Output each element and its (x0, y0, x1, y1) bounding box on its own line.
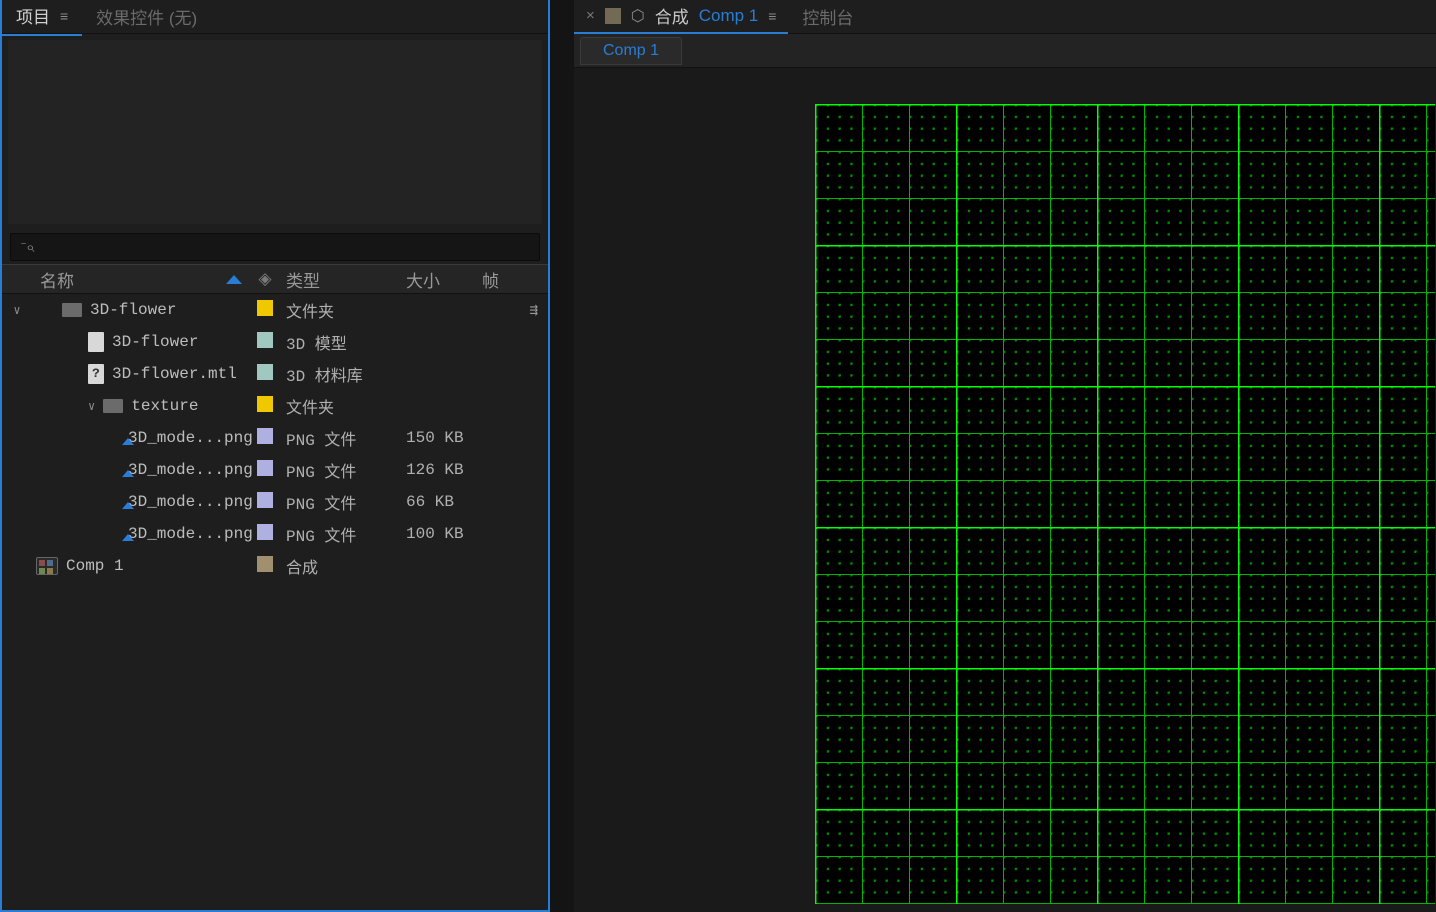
item-type: PNG 文件 (280, 458, 406, 482)
project-item[interactable]: Comp 1 合成 (2, 550, 548, 582)
panel-divider[interactable] (550, 0, 574, 912)
lock-icon[interactable]: ⬡ (631, 6, 645, 26)
composition-tabs: × ⬡ 合成 Comp 1 ≡ 控制台 (574, 0, 1436, 34)
sort-ascending-icon (226, 275, 242, 284)
item-name: 3D-flower.mtl (112, 365, 237, 383)
project-item[interactable]: ∨ 3D-flower 文件夹 ⇶ (2, 294, 548, 326)
item-type: 文件夹 (280, 298, 406, 322)
flowchart-icon[interactable]: ⇶ (530, 302, 548, 319)
tab-project[interactable]: 项目 ≡ (2, 0, 82, 36)
column-name[interactable]: 名称 (32, 267, 250, 292)
color-label[interactable] (257, 428, 273, 444)
comp-icon (36, 557, 58, 575)
project-table-header: 名称 ◈ 类型 大小 帧 (2, 264, 548, 294)
panel-menu-icon[interactable]: ≡ (768, 8, 776, 24)
column-size[interactable]: 大小 (406, 267, 482, 292)
comp-thumb-icon (605, 8, 621, 24)
item-type: 3D 模型 (280, 330, 406, 354)
color-label[interactable] (257, 332, 273, 348)
item-name: texture (131, 397, 198, 415)
active-comp-link[interactable]: Comp 1 (699, 6, 759, 26)
comp-mini-tab[interactable]: Comp 1 (580, 37, 682, 65)
composition-viewer[interactable] (574, 68, 1436, 912)
item-name-cell: 3D-flower (32, 332, 250, 352)
item-type: PNG 文件 (280, 426, 406, 450)
color-label[interactable] (257, 524, 273, 540)
folder-icon (62, 303, 82, 317)
project-item[interactable]: 3D-flower 3D 模型 (2, 326, 548, 358)
item-type: 合成 (280, 554, 406, 578)
composition-canvas (815, 104, 1435, 904)
item-name-cell: Comp 1 (32, 557, 250, 575)
composition-panel: × ⬡ 合成 Comp 1 ≡ 控制台 Comp 1 (574, 0, 1436, 912)
item-type: PNG 文件 (280, 522, 406, 546)
item-name-cell: ∨ texture (32, 397, 250, 415)
folder-icon (103, 399, 123, 413)
project-item[interactable]: 3D_mode...png PNG 文件126 KB (2, 454, 548, 486)
item-name: 3D_mode...png (128, 493, 253, 511)
project-panel: 项目 ≡ 效果控件 (无) ⌕⁻ 名称 ◈ 类型 大小 帧 ∨ 3D-flower… (0, 0, 550, 912)
file-q-icon (88, 364, 104, 384)
close-icon[interactable]: × (586, 7, 595, 24)
item-type: PNG 文件 (280, 490, 406, 514)
color-label[interactable] (257, 396, 273, 412)
project-tree: ∨ 3D-flower 文件夹 ⇶ 3D-flower 3D 模型 3D-flower.mt… (2, 294, 548, 582)
item-size: 126 KB (406, 461, 482, 479)
search-icon: ⌕⁻ (21, 239, 35, 256)
project-item[interactable]: 3D_mode...png PNG 文件150 KB (2, 422, 548, 454)
item-size: 100 KB (406, 525, 482, 543)
panel-menu-icon[interactable]: ≡ (60, 8, 68, 24)
search-input[interactable]: ⌕⁻ (10, 233, 540, 261)
tab-console-label: 控制台 (802, 4, 853, 29)
color-label[interactable] (257, 300, 273, 316)
file-icon (88, 332, 104, 352)
project-item[interactable]: 3D_mode...png PNG 文件100 KB (2, 518, 548, 550)
item-name-cell: 3D-flower (32, 301, 250, 319)
item-name-cell: 3D_mode...png (32, 525, 250, 543)
item-type: 3D 材料库 (280, 362, 406, 386)
item-name: 3D_mode...png (128, 525, 253, 543)
disclosure-toggle[interactable]: ∨ (88, 399, 95, 414)
tab-project-label: 项目 (16, 3, 50, 28)
item-name-cell: 3D_mode...png (32, 429, 250, 447)
item-name-cell: 3D-flower.mtl (32, 364, 250, 384)
item-name: 3D_mode...png (128, 429, 253, 447)
project-item[interactable]: ∨ texture 文件夹 (2, 390, 548, 422)
item-name: 3D-flower (112, 333, 198, 351)
column-type[interactable]: 类型 (280, 267, 406, 292)
tab-console[interactable]: 控制台 (790, 0, 865, 33)
comp-breadcrumb-row: Comp 1 (574, 34, 1436, 68)
color-label[interactable] (257, 492, 273, 508)
project-item[interactable]: 3D-flower.mtl 3D 材料库 (2, 358, 548, 390)
tab-effect-controls-label: 效果控件 (无) (96, 4, 197, 29)
item-name-cell: 3D_mode...png (32, 461, 250, 479)
item-name: Comp 1 (66, 557, 124, 575)
item-name-cell: 3D_mode...png (32, 493, 250, 511)
disclosure-toggle[interactable]: ∨ (2, 303, 32, 318)
project-thumbnail-area (8, 40, 542, 224)
search-row: ⌕⁻ (2, 230, 548, 264)
tab-effect-controls[interactable]: 效果控件 (无) (82, 0, 211, 35)
tag-icon: ◈ (258, 269, 271, 288)
item-type: 文件夹 (280, 394, 406, 418)
color-label[interactable] (257, 556, 273, 572)
tab-composition-label: 合成 (655, 3, 689, 28)
project-item[interactable]: 3D_mode...png PNG 文件66 KB (2, 486, 548, 518)
item-name: 3D_mode...png (128, 461, 253, 479)
project-panel-tabs: 项目 ≡ 效果控件 (无) (2, 0, 548, 34)
column-fps[interactable]: 帧 (482, 267, 522, 292)
item-size: 150 KB (406, 429, 482, 447)
item-name: 3D-flower (90, 301, 176, 319)
color-label[interactable] (257, 460, 273, 476)
color-label[interactable] (257, 364, 273, 380)
column-tag[interactable]: ◈ (250, 269, 280, 289)
tab-composition[interactable]: × ⬡ 合成 Comp 1 ≡ (574, 0, 788, 34)
item-size: 66 KB (406, 493, 482, 511)
